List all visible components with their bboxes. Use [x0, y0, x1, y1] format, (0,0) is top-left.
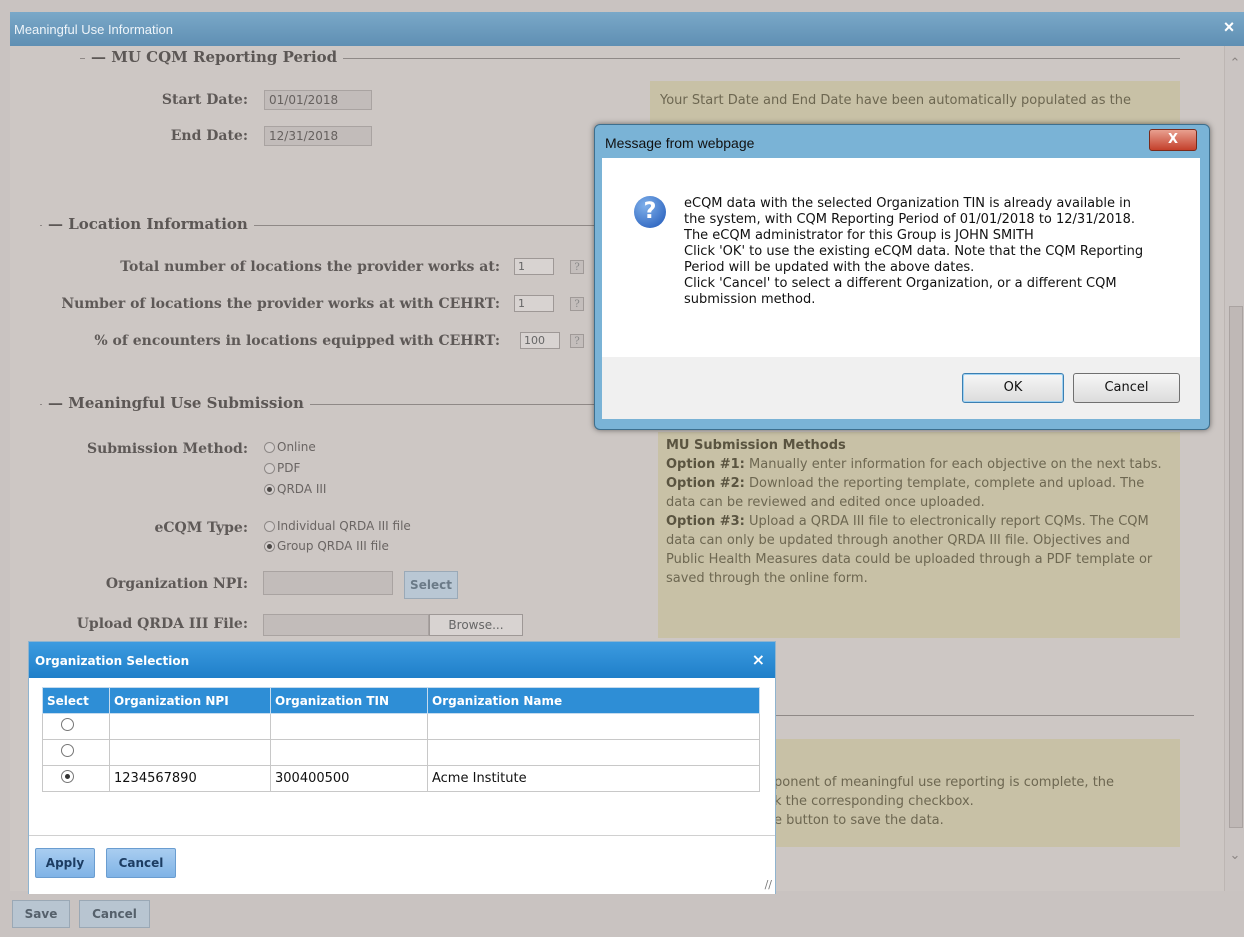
row-radio[interactable]	[61, 718, 74, 731]
submission-methods-info: MU Submission Methods Option #1: Manuall…	[658, 432, 1180, 638]
column-header: Select	[42, 687, 110, 714]
organization-dialog-footer: Apply Cancel //	[29, 835, 775, 894]
row-radio[interactable]	[61, 770, 74, 783]
completion-info-line: k the corresponding checkbox.	[774, 794, 974, 809]
name-cell: Acme Institute	[427, 765, 760, 792]
main-dialog-titlebar: Meaningful Use Information ×	[10, 12, 1244, 46]
location-legend: — Location Information	[42, 215, 254, 233]
organization-npi-field	[263, 571, 393, 595]
reporting-period-legend: — MU CQM Reporting Period	[85, 48, 344, 66]
total-locations-input[interactable]: 1	[514, 258, 554, 275]
name-cell	[427, 713, 760, 740]
table-row[interactable]	[42, 713, 760, 740]
option-1-text: Manually enter information for each obje…	[744, 457, 1162, 472]
message-dialog-footer: OK Cancel	[602, 357, 1200, 419]
help-icon[interactable]: ?	[570, 297, 584, 311]
start-date-label: Start Date:	[161, 92, 248, 108]
message-dialog-content: ? eCQM data with the selected Organizati…	[602, 158, 1200, 357]
organization-dialog-titlebar: Organization Selection ×	[29, 642, 775, 678]
help-icon[interactable]: ?	[570, 334, 584, 348]
section-rule	[770, 715, 1194, 716]
org-cancel-button[interactable]: Cancel	[106, 848, 176, 878]
chevron-down-icon[interactable]: ⌄	[1227, 848, 1243, 863]
tin-cell: 300400500	[270, 765, 428, 792]
submission-legend: — Meaningful Use Submission	[42, 394, 310, 412]
ok-button[interactable]: OK	[962, 373, 1064, 403]
npi-cell	[109, 739, 271, 766]
close-icon[interactable]: ×	[1220, 18, 1238, 36]
tin-cell	[270, 739, 428, 766]
message-dialog: Message from webpage X ? eCQM data with …	[594, 124, 1210, 430]
radio-dot[interactable]	[264, 520, 275, 532]
radio-dot[interactable]	[264, 483, 275, 495]
row-radio[interactable]	[61, 744, 74, 757]
reporting-period-info: Your Start Date and End Date have been a…	[650, 81, 1180, 125]
select-cell[interactable]	[42, 713, 110, 740]
message-text: eCQM data with the selected Organization…	[684, 196, 1144, 307]
option-2-head: Option #2:	[666, 476, 745, 491]
npi-cell	[109, 713, 271, 740]
column-header: Organization TIN	[270, 687, 428, 714]
radio-individual-qrda[interactable]: Individual QRDA III file	[264, 519, 411, 533]
table-header-row: Select Organization NPI Organization TIN…	[42, 687, 760, 714]
option-3-head: Option #3:	[666, 514, 745, 529]
scrollbar[interactable]: ⌃ ⌄	[1224, 46, 1244, 891]
table-row[interactable]	[42, 739, 760, 766]
cehrt-locations-input[interactable]: 1	[514, 295, 554, 312]
browse-button[interactable]: Browse...	[429, 614, 523, 636]
select-organization-button[interactable]: Select	[404, 571, 458, 599]
scrollbar-thumb[interactable]	[1229, 306, 1243, 828]
completion-info: ponent of meaningful use reporting is co…	[760, 739, 1180, 847]
select-cell[interactable]	[42, 765, 110, 792]
organization-npi-label: Organization NPI:	[105, 576, 248, 592]
submission-method-label: Submission Method:	[86, 441, 248, 457]
resize-handle-icon[interactable]: //	[765, 878, 772, 891]
radio-online[interactable]: Online	[264, 440, 316, 454]
question-icon: ?	[634, 196, 666, 228]
organization-table: Select Organization NPI Organization TIN…	[42, 687, 760, 792]
radio-group-qrda[interactable]: Group QRDA III file	[264, 539, 389, 553]
column-header: Organization Name	[427, 687, 760, 714]
chevron-up-icon[interactable]: ⌃	[1227, 56, 1243, 71]
radio-pdf[interactable]: PDF	[264, 461, 300, 475]
name-cell	[427, 739, 760, 766]
radio-qrda-iii[interactable]: QRDA III	[264, 482, 326, 496]
ecqm-type-label: eCQM Type:	[154, 520, 249, 536]
encounters-percent-label: % of encounters in locations equipped wi…	[94, 333, 500, 349]
tin-cell	[270, 713, 428, 740]
cancel-button[interactable]: Cancel	[79, 900, 150, 928]
npi-cell: 1234567890	[109, 765, 271, 792]
apply-button[interactable]: Apply	[35, 848, 95, 878]
completion-info-line: e button to save the data.	[774, 813, 944, 828]
help-icon[interactable]: ?	[570, 260, 584, 274]
total-locations-label: Total number of locations the provider w…	[120, 259, 500, 275]
main-dialog-title: Meaningful Use Information	[14, 22, 173, 37]
encounters-percent-input[interactable]: 100	[520, 332, 560, 349]
message-cancel-button[interactable]: Cancel	[1073, 373, 1180, 403]
end-date-label: End Date:	[170, 128, 248, 144]
cehrt-locations-label: Number of locations the provider works a…	[61, 296, 500, 312]
column-header: Organization NPI	[109, 687, 271, 714]
radio-dot[interactable]	[264, 441, 275, 453]
table-row[interactable]: 1234567890 300400500 Acme Institute	[42, 765, 760, 792]
upload-file-field	[263, 614, 429, 636]
select-cell[interactable]	[42, 739, 110, 766]
radio-dot[interactable]	[264, 540, 275, 552]
organization-selection-dialog: Organization Selection × Select Organiza…	[28, 641, 776, 894]
submission-methods-title: MU Submission Methods	[666, 438, 846, 453]
option-1-head: Option #1:	[666, 457, 745, 472]
upload-qrda-label: Upload QRDA III File:	[76, 616, 248, 632]
organization-dialog-title: Organization Selection	[35, 654, 190, 668]
end-date-field: 12/31/2018	[264, 126, 372, 146]
close-icon[interactable]: X	[1149, 129, 1197, 151]
close-icon[interactable]: ×	[752, 650, 765, 669]
start-date-field: 01/01/2018	[264, 90, 372, 110]
radio-dot[interactable]	[264, 462, 275, 474]
message-dialog-title: Message from webpage	[605, 135, 755, 151]
completion-info-line: ponent of meaningful use reporting is co…	[774, 775, 1115, 790]
save-button[interactable]: Save	[12, 900, 70, 928]
